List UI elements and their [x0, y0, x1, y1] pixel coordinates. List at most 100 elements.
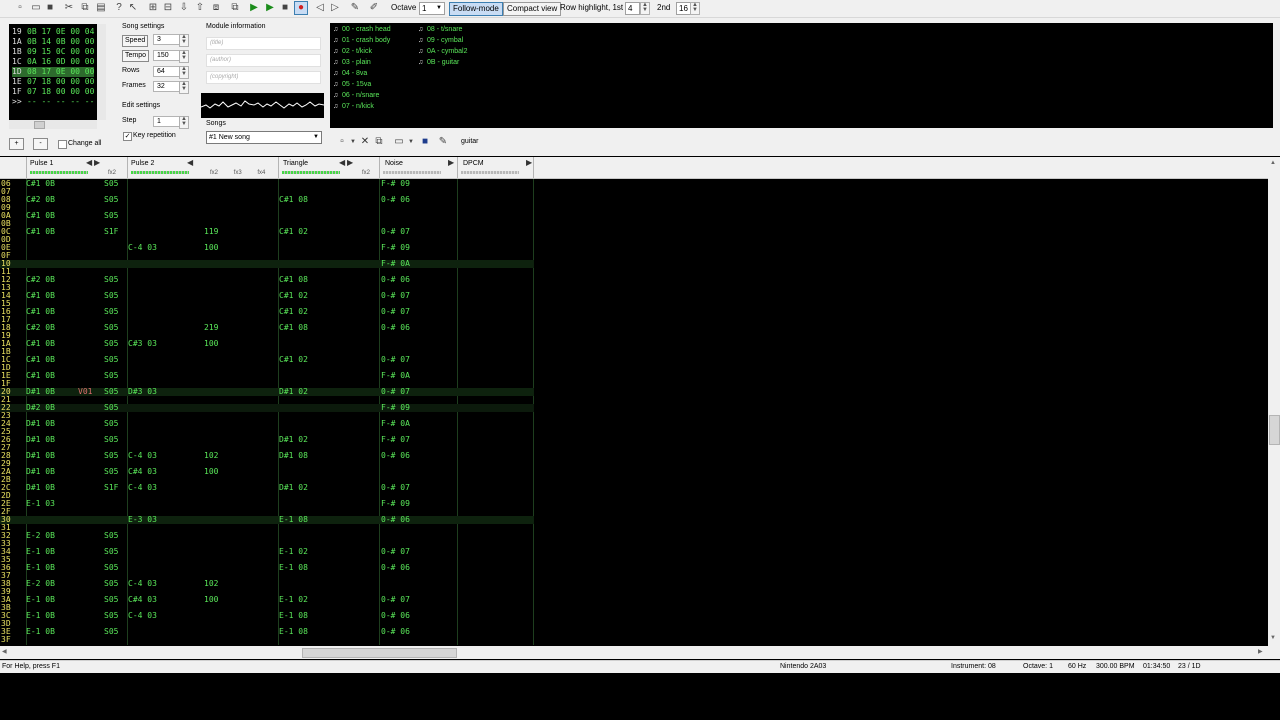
play-icon[interactable]: ▶: [248, 2, 260, 14]
effect-cell[interactable]: S05: [104, 612, 118, 620]
effect-cell[interactable]: 100: [204, 340, 218, 348]
note-cell[interactable]: 0-# 07: [381, 292, 410, 300]
frame-row[interactable]: 1D 08 17 0E 00 00: [12, 67, 95, 77]
note-cell[interactable]: C#1 0B: [26, 356, 55, 364]
stop-icon[interactable]: ■: [279, 2, 291, 14]
pattern-hscroll-thumb[interactable]: [302, 648, 457, 658]
note-cell[interactable]: C#1 02: [279, 292, 308, 300]
frame-row[interactable]: 1E 07 18 00 00 00: [12, 77, 94, 87]
copy-icon[interactable]: ⧉: [79, 2, 91, 14]
pattern-row[interactable]: 3D: [0, 620, 534, 628]
pattern-row[interactable]: 2F: [0, 508, 534, 516]
key-repetition-checkbox[interactable]: ✓: [123, 132, 132, 141]
frame-list-hscroll[interactable]: [9, 120, 97, 129]
effect-cell[interactable]: S05: [104, 468, 118, 476]
note-cell[interactable]: F-# 09: [381, 180, 410, 188]
note-cell[interactable]: 0-# 06: [381, 196, 410, 204]
effect-cell[interactable]: S05: [104, 292, 118, 300]
previous-track-icon[interactable]: ◁: [314, 2, 326, 14]
effect-cell[interactable]: S05: [104, 548, 118, 556]
channel-name[interactable]: Pulse 1: [30, 159, 53, 168]
pattern-row[interactable]: 10 F-# 0A: [0, 260, 534, 268]
add-frame-button[interactable]: +: [9, 138, 24, 150]
note-cell[interactable]: C#2 0B: [26, 196, 55, 204]
effect-cell[interactable]: S05: [104, 628, 118, 636]
row-highlight-2nd-spinner[interactable]: ▲ ▼: [690, 2, 700, 15]
module-author-field[interactable]: (author): [206, 54, 321, 67]
tempo-spinner[interactable]: ▲ ▼: [179, 50, 189, 63]
note-cell[interactable]: E-3 03: [128, 516, 157, 524]
channel-name[interactable]: DPCM: [463, 159, 484, 168]
module-title-field[interactable]: (title): [206, 37, 321, 50]
effect-cell[interactable]: S05: [104, 436, 118, 444]
rows-spinner[interactable]: ▲ ▼: [179, 66, 189, 79]
note-cell[interactable]: 0-# 07: [381, 596, 410, 604]
pattern-row[interactable]: 2C D#1 0B S1F C-4 03 D#1 02 0-# 07: [0, 484, 534, 492]
note-cell[interactable]: 0-# 06: [381, 276, 410, 284]
cursor-help-icon[interactable]: ↖: [127, 2, 139, 14]
note-cell[interactable]: C#4 03: [128, 468, 157, 476]
instrument-list[interactable]: ♫ 00 - crash head ♫ 01 - crash body ♫ 02 - t/…: [330, 23, 1273, 128]
instrument-item[interactable]: ♫ 01 - crash body: [333, 35, 390, 46]
frame-row[interactable]: 19 0B 17 0E 00 04: [12, 27, 94, 37]
pattern-row[interactable]: 30 E-3 03 E-1 08 0-# 06: [0, 516, 534, 524]
load-instrument-icon[interactable]: ▭: [393, 136, 405, 148]
instrument-item[interactable]: ♫ 00 - crash head: [333, 24, 391, 35]
pattern-row[interactable]: 2E E-1 03 F-# 09: [0, 500, 534, 508]
next-track-icon[interactable]: ▷: [329, 2, 341, 14]
effect-cell[interactable]: 219: [204, 324, 218, 332]
effect-cell[interactable]: S05: [104, 372, 118, 380]
note-cell[interactable]: D#3 03: [128, 388, 157, 396]
instrument-item[interactable]: ♫ 09 - cymbal: [418, 35, 463, 46]
move-frame-up-icon[interactable]: ⇧: [194, 2, 206, 14]
note-cell[interactable]: 0-# 07: [381, 484, 410, 492]
new-file-icon[interactable]: ▫: [14, 2, 26, 14]
pattern-row[interactable]: 3F: [0, 636, 534, 644]
effect-cell[interactable]: S1F: [104, 484, 118, 492]
note-cell[interactable]: C#1 02: [279, 356, 308, 364]
effect-cell[interactable]: S05: [104, 356, 118, 364]
note-cell[interactable]: E-1 02: [279, 596, 308, 604]
note-cell[interactable]: D#1 02: [279, 436, 308, 444]
help-icon[interactable]: ?: [113, 2, 125, 14]
record-icon[interactable]: ●: [294, 1, 308, 15]
settings-icon[interactable]: ✎: [349, 2, 361, 14]
note-cell[interactable]: C-4 03: [128, 452, 157, 460]
note-cell[interactable]: 0-# 07: [381, 356, 410, 364]
pattern-row[interactable]: 07: [0, 188, 534, 196]
effect-cell[interactable]: S05: [104, 564, 118, 572]
pattern-row[interactable]: 11: [0, 268, 534, 276]
note-cell[interactable]: E-2 0B: [26, 580, 55, 588]
open-file-icon[interactable]: ▭: [30, 2, 42, 14]
note-cell[interactable]: 0-# 06: [381, 516, 410, 524]
duplicate-frame-icon[interactable]: ⧈: [210, 2, 222, 14]
note-cell[interactable]: C#1 02: [279, 228, 308, 236]
frame-row[interactable]: 1C 0A 16 0D 00 00: [12, 57, 94, 67]
frame-row[interactable]: 1B 09 15 0C 00 00: [12, 47, 94, 57]
edit-instrument-icon[interactable]: ✎: [437, 136, 449, 148]
note-cell[interactable]: E-1 08: [279, 612, 308, 620]
channel-expand-icon[interactable]: ▶: [448, 158, 454, 168]
clone-patterns-icon[interactable]: ⧉: [229, 2, 241, 14]
instrument-item[interactable]: ♫ 0A - cymbal2: [418, 46, 468, 57]
clone-instrument-icon[interactable]: ⧉: [373, 136, 385, 148]
chevron-down-icon[interactable]: ▼: [405, 136, 417, 148]
pattern-row[interactable]: 32 E-2 0B S05: [0, 532, 534, 540]
pattern-row[interactable]: 0C C#1 0B S1F 119 C#1 02 0-# 07: [0, 228, 534, 236]
instrument-item[interactable]: ♫ 08 - t/snare: [418, 24, 462, 35]
note-cell[interactable]: D#1 02: [279, 388, 308, 396]
tempo-button[interactable]: Tempo: [122, 50, 150, 62]
change-all-checkbox[interactable]: [58, 140, 67, 149]
pattern-vscroll-thumb[interactable]: [1269, 415, 1280, 445]
note-cell[interactable]: E-1 0B: [26, 628, 55, 636]
pattern-row[interactable]: 0B: [0, 220, 534, 228]
pattern-row[interactable]: 23: [0, 412, 534, 420]
speed-spinner[interactable]: ▲ ▼: [179, 34, 189, 47]
pattern-row[interactable]: 18 C#2 0B S05 219 C#1 08 0-# 06: [0, 324, 534, 332]
frame-list-vscroll[interactable]: [97, 24, 106, 120]
note-cell[interactable]: D#1 0B: [26, 468, 55, 476]
note-cell[interactable]: E-1 02: [279, 548, 308, 556]
note-cell[interactable]: 0-# 06: [381, 612, 410, 620]
pattern-row[interactable]: 1B: [0, 348, 534, 356]
instrument-item[interactable]: ♫ 07 - n/kick: [333, 101, 374, 112]
